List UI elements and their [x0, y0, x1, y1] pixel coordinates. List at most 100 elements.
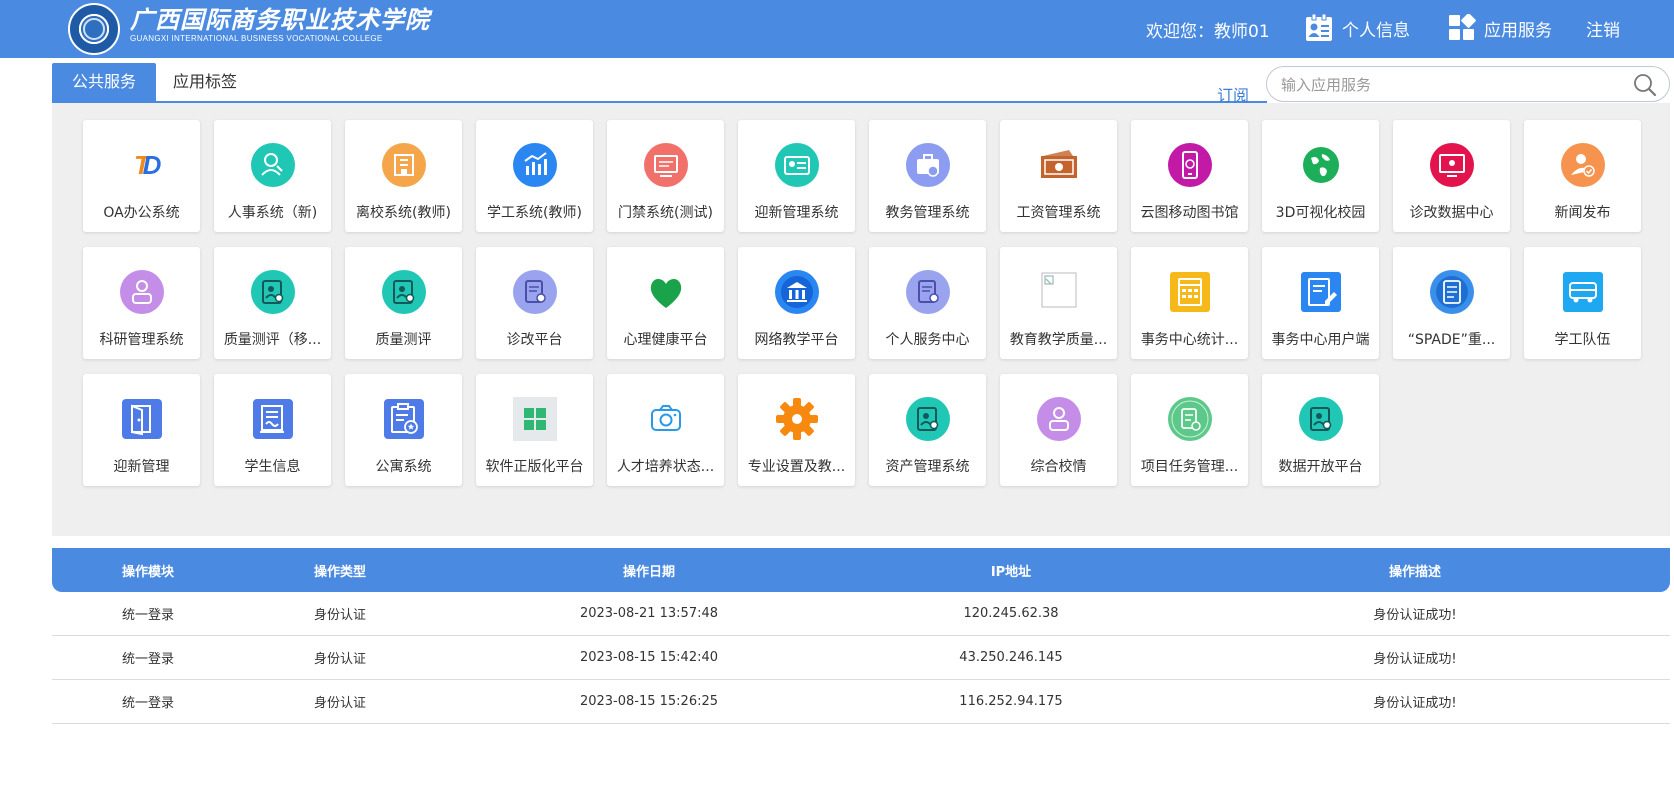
briefcase-icon [906, 143, 950, 187]
school-brand: 广西国际商务职业技术学院 GUANGXI INTERNATIONAL BUSIN… [130, 6, 430, 44]
table-row: 统一登录 身份认证 2023-08-15 15:42:40 43.250.246… [52, 636, 1670, 680]
building-icon [382, 143, 426, 187]
app-tile-label: 门禁系统(测试) [618, 205, 713, 221]
cell-ip: 116.252.94.175 [959, 694, 1063, 709]
edit-form-icon [1301, 272, 1341, 312]
svg-text:D: D [143, 150, 162, 180]
cell-ip: 43.250.246.145 [959, 650, 1063, 665]
bus-icon [1563, 272, 1603, 312]
cell-description: 身份认证成功! [1373, 696, 1457, 711]
personal-info-label: 个人信息 [1342, 20, 1410, 41]
header-ip: IP地址 [990, 564, 1032, 580]
monitor-icon [644, 143, 688, 187]
app-tile-label: 质量测评（移... [223, 332, 322, 348]
list-doc-icon [1430, 270, 1474, 314]
app-tile[interactable]: 3D可视化校园 [1262, 120, 1379, 232]
app-tile[interactable]: 人事系统（新) [214, 120, 331, 232]
app-tile[interactable]: 专业设置及教... [738, 374, 855, 486]
welcome-text: 欢迎您：教师01 [1146, 17, 1270, 42]
app-tile-label: 质量测评 [375, 332, 432, 348]
profile-search-icon [906, 397, 950, 441]
cell-type: 身份认证 [313, 652, 366, 667]
person-icon [1037, 397, 1081, 441]
table-row: 统一登录 身份认证 2023-08-21 13:57:48 120.245.62… [52, 592, 1670, 636]
app-service-label: 应用服务 [1484, 20, 1552, 41]
money-icon [1041, 150, 1077, 178]
app-tile-label: 人才培养状态... [616, 459, 715, 475]
app-tile[interactable]: 事务中心统计... [1131, 247, 1248, 359]
app-tile[interactable]: 教育教学质量... [1000, 247, 1117, 359]
app-tile[interactable]: 云图移动图书馆 [1131, 120, 1248, 232]
app-tile[interactable]: 数据开放平台 [1262, 374, 1379, 486]
app-tile[interactable]: 心理健康平台 [607, 247, 724, 359]
search-icon[interactable] [1633, 73, 1657, 97]
profile-search-icon [251, 270, 295, 314]
logout-label: 注销 [1586, 20, 1620, 41]
personal-info-link[interactable]: 个人信息 [1304, 12, 1410, 44]
windows-icon [513, 397, 557, 441]
app-tile[interactable]: 个人服务中心 [869, 247, 986, 359]
person-icon [120, 270, 164, 314]
app-tile[interactable]: 质量测评 [345, 247, 462, 359]
app-tile-label: 软件正版化平台 [485, 459, 584, 475]
app-tile[interactable]: 迎新管理系统 [738, 120, 855, 232]
app-tile[interactable]: T D OA办公系统 [83, 120, 200, 232]
app-tile[interactable]: 新闻发布 [1524, 120, 1641, 232]
app-tile[interactable]: 综合校情 [1000, 374, 1117, 486]
app-tile-label: 学生信息 [244, 459, 301, 475]
app-tile-label: 事务中心用户端 [1271, 332, 1370, 348]
bank-icon [775, 270, 819, 314]
app-tile-label: 事务中心统计... [1140, 332, 1239, 348]
form-icon [253, 399, 293, 439]
app-tile[interactable]: 诊改平台 [476, 247, 593, 359]
app-tile[interactable]: 科研管理系统 [83, 247, 200, 359]
app-tile-label: 工资管理系统 [1016, 205, 1101, 221]
cell-type: 身份认证 [313, 696, 366, 711]
tab-public-service[interactable]: 公共服务 [52, 63, 157, 101]
cell-ip: 120.245.62.38 [963, 606, 1059, 621]
app-tile-label: “SPADE”重... [1407, 332, 1496, 348]
app-tile[interactable]: 事务中心用户端 [1262, 247, 1379, 359]
app-tile[interactable]: 人才培养状态... [607, 374, 724, 486]
id-badge-icon [1306, 13, 1332, 41]
header-description: 操作描述 [1388, 564, 1441, 580]
school-name-en: GUANGXI INTERNATIONAL BUSINESS VOCATIONA… [130, 34, 383, 43]
person-search-icon [251, 143, 295, 187]
app-tile[interactable]: 资产管理系统 [869, 374, 986, 486]
cell-date: 2023-08-21 13:57:48 [579, 606, 719, 621]
app-tile[interactable]: 项目任务管理... [1131, 374, 1248, 486]
app-tile-label: 人事系统（新) [227, 205, 318, 221]
app-tile[interactable]: 软件正版化平台 [476, 374, 593, 486]
app-service-link[interactable]: 应用服务 [1448, 12, 1552, 44]
broken-image-icon [1041, 272, 1077, 308]
app-tile[interactable]: 迎新管理 [83, 374, 200, 486]
app-tile[interactable]: 学工系统(教师) [476, 120, 593, 232]
app-tile[interactable]: 门禁系统(测试) [607, 120, 724, 232]
task-icon [1168, 397, 1212, 441]
app-tile[interactable]: 工资管理系统 [1000, 120, 1117, 232]
phone-icon [1168, 143, 1212, 187]
welcome-prefix: 欢迎您： [1146, 22, 1214, 42]
log-table-header: 操作模块 操作类型 操作日期 IP地址 操作描述 [52, 548, 1670, 592]
app-tile[interactable]: 离校系统(教师) [345, 120, 462, 232]
app-search [1266, 66, 1670, 102]
app-tile-label: 教育教学质量... [1009, 332, 1108, 348]
service-tabs: 公共服务 应用标签 [52, 63, 1267, 103]
app-tile[interactable]: “SPADE”重... [1393, 247, 1510, 359]
app-tile[interactable]: 学工队伍 [1524, 247, 1641, 359]
app-tile[interactable]: 质量测评（移... [214, 247, 331, 359]
tab-app-tags[interactable]: 应用标签 [153, 63, 257, 101]
app-tile-label: 网络教学平台 [754, 332, 839, 348]
app-tile-label: 科研管理系统 [99, 332, 184, 348]
document-icon [906, 270, 950, 314]
app-tile[interactable]: 网络教学平台 [738, 247, 855, 359]
search-input[interactable] [1279, 72, 1613, 98]
app-tile[interactable]: 公寓系统 [345, 374, 462, 486]
logout-link[interactable]: 注销 [1586, 12, 1620, 44]
td-logo-icon: TD [134, 150, 162, 180]
app-tile-label: 迎新管理 [113, 459, 170, 475]
app-tile[interactable]: 学生信息 [214, 374, 331, 486]
app-tile[interactable]: 诊改数据中心 [1393, 120, 1510, 232]
user-check-icon [1561, 143, 1605, 187]
app-tile[interactable]: 教务管理系统 [869, 120, 986, 232]
